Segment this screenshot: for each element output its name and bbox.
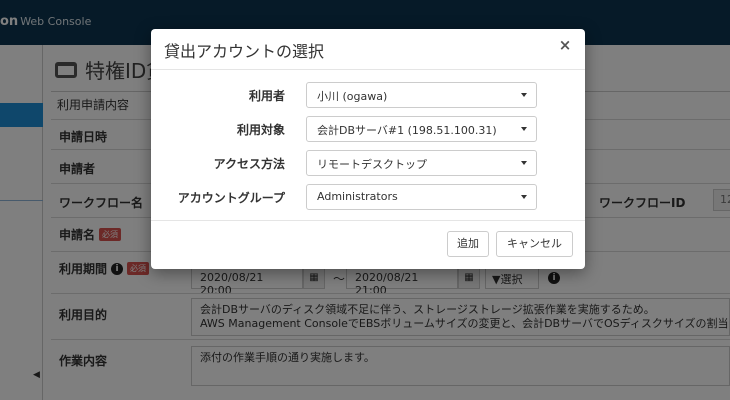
modal-field-access: アクセス方法 リモートデスクトップ (151, 150, 585, 176)
account-group-label: アカウントグループ (177, 191, 285, 205)
caret-down-icon (521, 195, 527, 199)
account-group-value: Administrators (317, 190, 398, 203)
caret-down-icon (521, 161, 527, 165)
modal-field-user: 利用者 小川 (ogawa) (151, 82, 585, 108)
modal-footer: 追加 キャンセル (151, 220, 585, 269)
user-label: 利用者 (248, 89, 285, 103)
target-label: 利用対象 (236, 123, 285, 137)
user-select[interactable]: 小川 (ogawa) (306, 82, 537, 108)
modal-header: 貸出アカウントの選択 × (151, 29, 585, 70)
user-select-value: 小川 (ogawa) (317, 90, 388, 103)
close-icon[interactable]: × (557, 36, 573, 54)
target-select[interactable]: 会計DBサーバ#1 (198.51.100.31) (306, 116, 537, 142)
caret-down-icon (521, 127, 527, 131)
modal-title: 貸出アカウントの選択 (164, 42, 325, 61)
caret-down-icon (521, 93, 527, 97)
modal-field-group: アカウントグループ Administrators (151, 184, 585, 210)
modal-field-target: 利用対象 会計DBサーバ#1 (198.51.100.31) (151, 116, 585, 142)
add-button[interactable]: 追加 (447, 231, 489, 257)
account-select-modal: 貸出アカウントの選択 × 利用者 小川 (ogawa) 利用対象 会計DBサーバ… (151, 29, 585, 269)
cancel-button[interactable]: キャンセル (496, 231, 573, 257)
account-group-select[interactable]: Administrators (306, 184, 537, 210)
access-method-label: アクセス方法 (213, 157, 285, 171)
target-select-value: 会計DBサーバ#1 (198.51.100.31) (317, 124, 497, 137)
access-method-select[interactable]: リモートデスクトップ (306, 150, 537, 176)
access-method-value: リモートデスクトップ (317, 158, 427, 171)
